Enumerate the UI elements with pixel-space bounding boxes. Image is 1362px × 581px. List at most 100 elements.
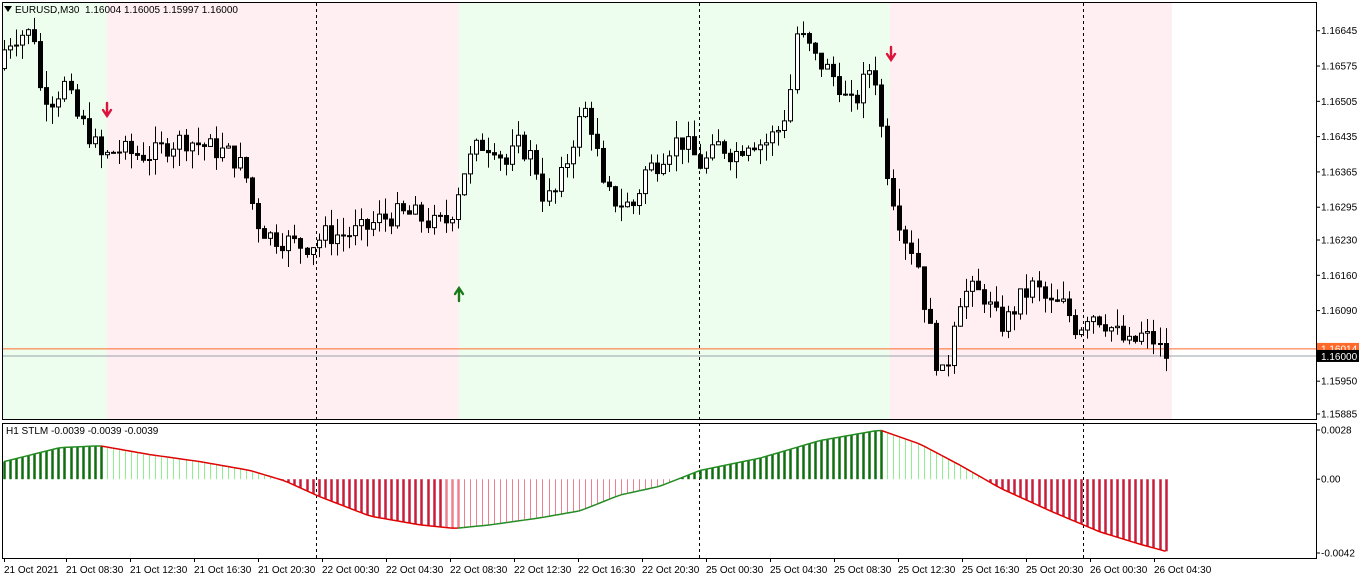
- bull-candle: [577, 116, 582, 148]
- bull-candle: [238, 157, 243, 169]
- chart-header: EURUSD,M30 1.16004 1.16005 1.15997 1.160…: [4, 5, 238, 16]
- signal-line-segment: [239, 467, 247, 471]
- signal-line-segment: [215, 463, 222, 467]
- bull-candle: [734, 150, 739, 163]
- bull-candle: [704, 157, 709, 169]
- bull-candle: [359, 219, 364, 227]
- trend-zones: [3, 3, 1172, 419]
- bear-candle: [1164, 343, 1169, 359]
- time-tick-label: 21 Oct 08:30: [66, 565, 124, 576]
- time-tick-label: 25 Oct 00:30: [706, 565, 764, 576]
- indicator-tick-label: 0.00: [1321, 475, 1341, 486]
- bear-candle: [38, 41, 43, 89]
- signal-line-segment: [397, 520, 404, 523]
- bear-candle: [280, 245, 285, 252]
- bear-candle: [807, 33, 812, 44]
- signal-line-segment: [439, 526, 446, 529]
- signal-line-segment: [850, 433, 858, 436]
- bull-candle: [2, 49, 7, 70]
- bull-candle: [643, 169, 648, 195]
- bull-candle: [371, 222, 376, 230]
- price-tick-label: 1.16230: [1321, 235, 1358, 246]
- bull-candle: [286, 235, 291, 252]
- time-tick-label: 22 Oct 12:30: [514, 565, 572, 576]
- bear-candle: [365, 219, 370, 230]
- bear-candle: [111, 151, 116, 154]
- bull-candle: [547, 190, 552, 202]
- bear-candle: [438, 214, 443, 217]
- signal-line-segment: [832, 436, 840, 440]
- bull-candle: [377, 213, 382, 224]
- bear-candle: [1049, 297, 1054, 301]
- bull-candle: [462, 173, 467, 196]
- bull-candle: [450, 219, 455, 224]
- bull-candle: [716, 141, 721, 146]
- bear-candle: [903, 229, 908, 244]
- trading-chart[interactable]: 1.16645 1.16575 1.16505 1.16435 1.16365 1.162…: [0, 0, 1362, 581]
- trend-zone: [890, 3, 1172, 419]
- signal-line-segment: [506, 521, 513, 524]
- bear-candle: [692, 136, 697, 156]
- signal-line-segment: [560, 512, 567, 515]
- bear-candle: [444, 214, 449, 224]
- bear-candle: [879, 84, 884, 127]
- signal-line-segment: [536, 516, 543, 520]
- bull-candle: [795, 33, 800, 91]
- trend-zone: [3, 3, 107, 419]
- bear-candle: [1067, 298, 1072, 317]
- signal-line-segment: [112, 447, 120, 450]
- time-tick-label: 22 Oct 00:30: [322, 565, 380, 576]
- bull-candle: [776, 129, 781, 133]
- bull-candle: [758, 144, 763, 151]
- bull-candle: [1018, 288, 1023, 315]
- price-tick-label: 1.16090: [1321, 306, 1358, 317]
- bear-candle: [1073, 315, 1078, 336]
- bull-candle: [861, 73, 866, 104]
- bear-candle: [504, 157, 509, 165]
- time-tick-label: 21 Oct 16:30: [194, 565, 252, 576]
- bear-candle: [486, 149, 491, 154]
- bull-candle: [625, 201, 630, 208]
- bear-candle: [1103, 324, 1108, 332]
- bull-candle: [1127, 335, 1132, 341]
- time-tick-label: 25 Oct 04:30: [770, 565, 828, 576]
- signal-line-segment: [844, 434, 852, 437]
- bear-candle: [129, 140, 134, 155]
- time-tick-label: 25 Oct 16:30: [962, 565, 1020, 576]
- bear-candle: [928, 308, 933, 324]
- bear-candle: [849, 93, 854, 96]
- signal-line-segment: [403, 521, 410, 524]
- time-tick-label: 22 Oct 20:30: [642, 565, 700, 576]
- time-tick-label: 26 Oct 00:30: [1090, 565, 1148, 576]
- bear-candle: [631, 201, 636, 207]
- bull-candle: [970, 280, 975, 292]
- collapse-triangle-icon[interactable]: [4, 6, 12, 12]
- bear-candle: [655, 162, 660, 175]
- time-tick-label: 22 Oct 08:30: [450, 565, 508, 576]
- signal-line-segment: [512, 520, 519, 523]
- bull-candle: [825, 63, 830, 70]
- bull-candle: [1145, 331, 1150, 334]
- bear-candle: [232, 145, 237, 169]
- bull-candle: [413, 204, 418, 215]
- bear-candle: [722, 141, 727, 154]
- bear-candle: [196, 142, 201, 146]
- bull-candle: [311, 247, 316, 256]
- bear-candle: [1151, 331, 1156, 345]
- bull-candle: [14, 44, 19, 47]
- bear-candle: [99, 136, 104, 156]
- bull-candle: [686, 136, 691, 150]
- signal-line-segment: [548, 514, 555, 518]
- bull-candle: [1006, 311, 1011, 332]
- signal-line-segment: [197, 460, 204, 464]
- bull-candle: [674, 137, 679, 157]
- bull-candle: [1158, 343, 1163, 346]
- bull-candle: [117, 151, 122, 154]
- time-tick-label: 21 Oct 20:30: [258, 565, 316, 576]
- bear-candle: [383, 213, 388, 220]
- bull-candle: [1139, 332, 1144, 342]
- bull-candle: [516, 134, 521, 147]
- signal-line-segment: [820, 438, 827, 442]
- bear-candle: [50, 103, 55, 108]
- bear-candle: [553, 190, 558, 193]
